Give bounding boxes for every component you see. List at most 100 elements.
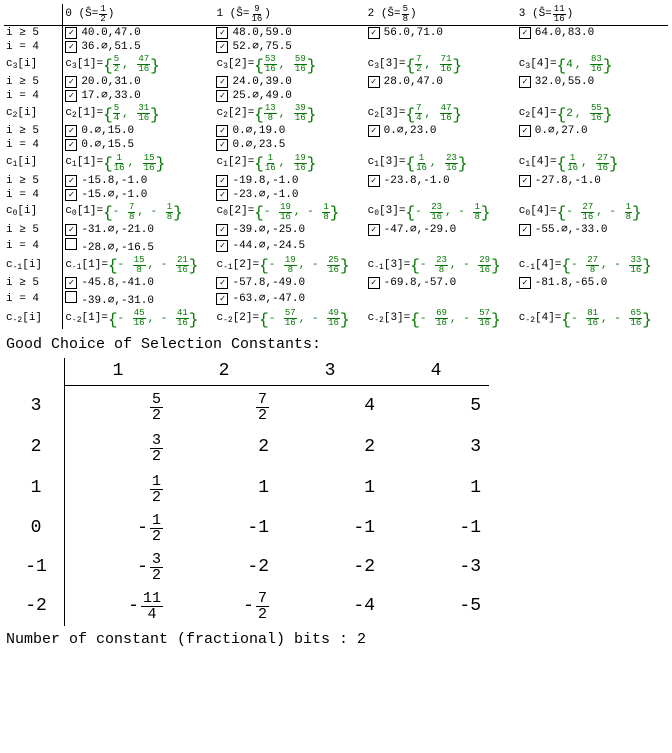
checkbox-icon: ✓ <box>368 277 380 289</box>
table-cell: ✓-69.8,-57.0 <box>366 276 517 290</box>
sel-row-label: 2 <box>8 427 65 468</box>
checkbox-icon: ✓ <box>216 293 228 305</box>
table-cell <box>517 89 668 103</box>
checkbox-icon: ✓ <box>65 76 77 88</box>
checkbox-icon: ✓ <box>65 27 77 39</box>
sel-cell: -2 <box>277 548 383 587</box>
checkbox-icon: ✓ <box>519 224 531 236</box>
table-cell <box>517 138 668 152</box>
table-cell: c-1[3]={- 238, - 2916} <box>366 255 517 276</box>
footer-text: Number of constant (fractional) bits : 2 <box>6 632 668 649</box>
table-cell: ✓36.∅,51.5 <box>63 40 215 54</box>
table-cell: ✓40.0,47.0 <box>63 26 215 41</box>
selection-constants-table: 1 2 3 4 35272452322231121110-12-1-1-1-1-… <box>8 358 489 627</box>
row-label: i = 4 <box>4 290 63 308</box>
row-label: i ≥ 5 <box>4 75 63 89</box>
checkbox-icon: ✓ <box>65 224 77 236</box>
table-cell <box>517 188 668 202</box>
sel-cell: 1 <box>277 468 383 509</box>
sel-cell: -12 <box>65 509 172 548</box>
table-cell: c3[1]={52, 4716} <box>63 54 215 75</box>
table-cell: ✓-44.∅,-24.5 <box>214 237 365 255</box>
checkbox-icon: ✓ <box>519 175 531 187</box>
table-cell: ✓56.0,71.0 <box>366 26 517 41</box>
sel-col-3: 3 <box>277 358 383 386</box>
table-cell: ✓48.0,59.0 <box>214 26 365 41</box>
table-cell: ✓0.∅,19.0 <box>214 124 365 138</box>
checkbox-icon: ✓ <box>65 90 77 102</box>
sel-row-label: 1 <box>8 468 65 509</box>
checkbox-icon: ✓ <box>368 76 380 88</box>
table-cell: ✓32.0,55.0 <box>517 75 668 89</box>
table-cell: ✓0.∅,23.5 <box>214 138 365 152</box>
table-cell: c-2[2]={- 5716, - 4916} <box>214 308 365 329</box>
table-cell: ✓-47.∅,-29.0 <box>366 223 517 237</box>
table-cell: ✓0.∅,15.5 <box>63 138 215 152</box>
row-label: c-2[i] <box>4 308 63 329</box>
sel-cell: 32 <box>65 427 172 468</box>
sel-cell: -72 <box>171 587 277 626</box>
table-cell: c-2[4]={- 8116, - 6516} <box>517 308 668 329</box>
row-label: i = 4 <box>4 237 63 255</box>
table-cell: ✓20.0,31.0 <box>63 75 215 89</box>
table-cell: ✓-81.8,-65.0 <box>517 276 668 290</box>
checkbox-icon: ✓ <box>216 76 228 88</box>
table-cell: ✓-31.∅,-21.0 <box>63 223 215 237</box>
row-label: c3[i] <box>4 54 63 75</box>
checkbox-icon: ✓ <box>368 125 380 137</box>
checkbox-icon: ✓ <box>519 76 531 88</box>
section-heading: Good Choice of Selection Constants: <box>6 337 668 354</box>
sel-cell: -2 <box>171 548 277 587</box>
constraints-table: 0 (Ŝ=12) 1 (Ŝ=916) 2 (Ŝ=58) 3 (Ŝ=1116) i… <box>4 4 668 329</box>
table-cell: c1[4]={116, 2716} <box>517 153 668 174</box>
table-cell: c-1[1]={- 158, - 2116} <box>63 255 215 276</box>
checkbox-icon: ✓ <box>519 277 531 289</box>
sel-blank-corner <box>8 358 65 386</box>
sel-cell: -1 <box>171 509 277 548</box>
blank-corner <box>4 4 63 26</box>
sel-cell: -1 <box>383 509 489 548</box>
row-label: i = 4 <box>4 138 63 152</box>
sel-cell: -3 <box>383 548 489 587</box>
table-cell <box>517 290 668 308</box>
table-cell: ✓-39.∅,-25.0 <box>214 223 365 237</box>
row-label: c1[i] <box>4 153 63 174</box>
table-cell: c3[2]={5316, 5916} <box>214 54 365 75</box>
sel-row-label: 0 <box>8 509 65 548</box>
table-cell: ✓-27.8,-1.0 <box>517 174 668 188</box>
checkbox-icon: ✓ <box>368 224 380 236</box>
table-cell: c2[4]={2, 5516} <box>517 103 668 124</box>
row-label: c2[i] <box>4 103 63 124</box>
sel-cell: 72 <box>171 386 277 428</box>
sel-cell: -114 <box>65 587 172 626</box>
sel-cell: 4 <box>277 386 383 428</box>
table-cell: -28.∅,-16.5 <box>63 237 215 255</box>
table-cell <box>366 40 517 54</box>
col-header-1: 1 (Ŝ=916) <box>214 4 365 26</box>
table-cell: ✓25.∅,49.0 <box>214 89 365 103</box>
col-header-0: 0 (Ŝ=12) <box>63 4 215 26</box>
table-cell: c2[3]={74, 4716} <box>366 103 517 124</box>
checkbox-icon: ✓ <box>216 90 228 102</box>
table-cell <box>366 290 517 308</box>
checkbox-icon: ✓ <box>216 240 228 252</box>
table-cell: ✓0.∅,23.0 <box>366 124 517 138</box>
table-cell: -39.∅,-31.0 <box>63 290 215 308</box>
row-label: c0[i] <box>4 202 63 223</box>
table-cell: ✓0.∅,27.0 <box>517 124 668 138</box>
checkbox-icon: ✓ <box>368 27 380 39</box>
checkbox-icon: ✓ <box>65 189 77 201</box>
sel-cell: 3 <box>383 427 489 468</box>
table-cell: c1[3]={116, 2316} <box>366 153 517 174</box>
sel-cell: 2 <box>277 427 383 468</box>
table-cell: ✓-63.∅,-47.0 <box>214 290 365 308</box>
table-cell <box>517 40 668 54</box>
table-cell: ✓64.0,83.0 <box>517 26 668 41</box>
table-cell <box>366 237 517 255</box>
table-cell: ✓-45.8,-41.0 <box>63 276 215 290</box>
table-cell: c0[4]={- 2716, - 18} <box>517 202 668 223</box>
col-header-3: 3 (Ŝ=1116) <box>517 4 668 26</box>
table-cell <box>517 237 668 255</box>
row-label: i ≥ 5 <box>4 26 63 41</box>
table-cell: c-1[2]={- 198, - 2516} <box>214 255 365 276</box>
